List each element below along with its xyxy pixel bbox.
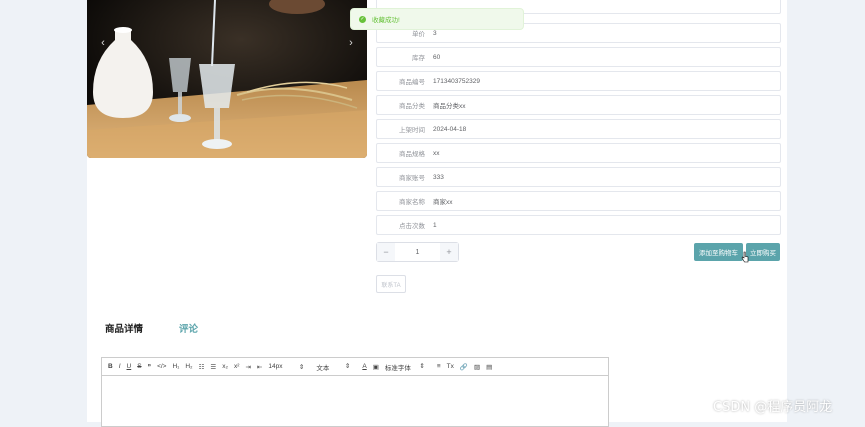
quote-icon[interactable]: ❞ xyxy=(148,363,152,371)
info-label: 点击次数 xyxy=(399,223,425,230)
rich-text-editor[interactable]: B I U S ❞ </> H₁ H₂ ☷ ☰ x₂ x² ⇥ ⇤ 14px ⇕… xyxy=(101,357,609,427)
decrease-button[interactable]: − xyxy=(377,243,395,261)
hand-cursor-icon xyxy=(741,251,749,263)
bullet-list-icon[interactable]: ☰ xyxy=(210,363,216,371)
video-icon[interactable]: ▤ xyxy=(486,363,492,371)
link-icon[interactable]: 🔗 xyxy=(460,363,468,371)
contact-seller-button[interactable]: 联系TA xyxy=(376,275,406,293)
outdent-icon[interactable]: ⇤ xyxy=(257,363,262,371)
info-row-product-id: 商品编号 1713403752329 xyxy=(376,71,781,91)
info-row-merchant-name: 商家名称 商家xx xyxy=(376,191,781,211)
info-label: 商品编号 xyxy=(399,79,425,86)
text-type-select[interactable]: 文本 ⇕ xyxy=(316,362,356,372)
info-row-merchant-account: 商家账号 333 xyxy=(376,167,781,187)
info-value: 3 xyxy=(433,29,437,37)
select-arrow-icon: ⇕ xyxy=(344,362,351,370)
tab-comments[interactable]: 评论 xyxy=(179,321,198,335)
info-row-listed-date: 上架时间 2024-04-18 xyxy=(376,119,781,139)
image-icon[interactable]: ▨ xyxy=(474,363,480,371)
quantity-input[interactable]: 1 xyxy=(395,243,440,261)
underline-icon[interactable]: U xyxy=(127,363,132,370)
info-label: 库存 xyxy=(412,55,425,62)
italic-icon[interactable]: I xyxy=(119,363,121,370)
heading-2-icon[interactable]: H₂ xyxy=(185,363,192,370)
editor-toolbar: B I U S ❞ </> H₁ H₂ ☷ ☰ x₂ x² ⇥ ⇤ 14px ⇕… xyxy=(102,358,608,376)
info-label: 上架时间 xyxy=(399,127,425,134)
code-block-icon[interactable]: </> xyxy=(157,363,166,370)
quantity-stepper[interactable]: − 1 + xyxy=(376,242,459,262)
add-to-cart-button[interactable]: 添加至购物车 xyxy=(694,243,743,261)
indent-icon[interactable]: ⇥ xyxy=(245,363,250,371)
heading-1-icon[interactable]: H₁ xyxy=(172,363,179,370)
select-arrow-icon: ⇕ xyxy=(298,363,305,371)
info-value: 商家xx xyxy=(433,199,453,206)
info-row-spec: 商品规格 xx xyxy=(376,143,781,163)
product-image-carousel[interactable]: ‹ › xyxy=(87,0,367,158)
buy-now-button[interactable]: 立即购买 xyxy=(746,243,780,261)
bold-icon[interactable]: B xyxy=(108,363,113,370)
font-size-select[interactable]: 14px ⇕ xyxy=(268,363,310,371)
info-row-stock: 库存 60 xyxy=(376,47,781,67)
watermark-text: CSDN @程序员阿龙 xyxy=(713,400,833,415)
increase-button[interactable]: + xyxy=(440,243,458,261)
info-value: 1 xyxy=(433,221,437,229)
background-color-icon[interactable]: ▣ xyxy=(373,363,379,371)
carousel-prev-icon[interactable]: ‹ xyxy=(94,34,112,52)
check-circle-icon: ✓ xyxy=(359,15,366,23)
tab-product-details[interactable]: 商品详情 xyxy=(105,321,143,335)
subscript-icon[interactable]: x₂ xyxy=(222,363,228,370)
font-family-select[interactable]: 标准字体 ⇕ xyxy=(385,362,431,372)
clear-format-icon[interactable]: Tx xyxy=(447,363,454,370)
info-value: 商品分类xx xyxy=(433,103,466,110)
strikethrough-icon[interactable]: S xyxy=(137,363,141,370)
info-label: 商家名称 xyxy=(399,199,425,206)
font-color-icon[interactable]: A xyxy=(362,363,366,370)
align-icon[interactable]: ≡ xyxy=(437,363,441,370)
info-value: 333 xyxy=(433,173,444,181)
select-arrow-icon: ⇕ xyxy=(419,362,425,370)
info-row-category: 商品分类 商品分类xx xyxy=(376,95,781,115)
success-toast: ✓ 收藏成功! xyxy=(350,8,524,30)
toast-message: 收藏成功! xyxy=(372,17,400,24)
info-value: 2024-04-18 xyxy=(433,125,467,133)
info-label: 商家账号 xyxy=(399,175,425,182)
info-value: 1713403752329 xyxy=(433,77,480,85)
info-value: 60 xyxy=(433,53,441,61)
product-photo xyxy=(87,0,367,158)
text-type-value: 文本 xyxy=(316,364,330,372)
ordered-list-icon[interactable]: ☷ xyxy=(199,363,205,371)
info-label: 商品分类 xyxy=(399,103,425,110)
carousel-next-icon[interactable]: › xyxy=(342,34,360,52)
info-row-click-count: 点击次数 1 xyxy=(376,215,781,235)
font-size-value: 14px xyxy=(268,362,283,370)
superscript-icon[interactable]: x² xyxy=(234,363,239,370)
font-family-value: 标准字体 xyxy=(384,364,411,372)
info-label: 商品规格 xyxy=(399,151,425,158)
info-value: xx xyxy=(433,149,440,157)
